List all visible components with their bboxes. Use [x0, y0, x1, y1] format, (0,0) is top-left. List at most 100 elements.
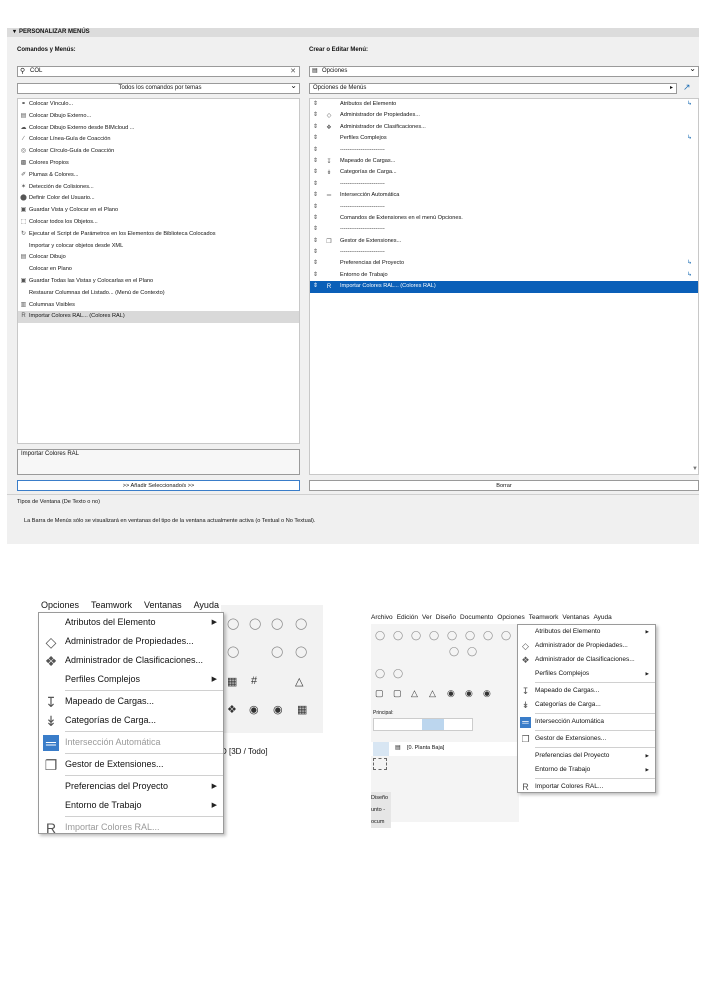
search-input[interactable]: ⚲ COL ✕ — [17, 66, 300, 77]
command-item[interactable]: ▩ Colores Propios — [18, 158, 299, 170]
menu-item[interactable]: ◇ Administrador de Propiedades... — [518, 639, 655, 653]
drag-handle-icon[interactable]: ⇕ — [313, 122, 318, 133]
submenu-icon[interactable]: ↳ — [687, 271, 695, 279]
menu-item-row[interactable]: ⇕ ------------------------ — [310, 179, 698, 190]
drag-handle-icon[interactable]: ⇕ — [313, 236, 318, 247]
menu-item[interactable]: ❐ Gestor de Extensiones... — [39, 755, 223, 774]
drag-handle-icon[interactable]: ⇕ — [313, 213, 318, 224]
command-item[interactable]: ▣ Guardar Vista y Colocar en el Plano — [18, 205, 299, 217]
menu-item[interactable]: ❖ Administrador de Clasificaciones... — [518, 653, 655, 667]
delete-button[interactable]: Borrar — [309, 480, 699, 491]
command-item[interactable]: ▤ Colocar Dibujo — [18, 252, 299, 264]
menu-item-row[interactable]: ⇕ ❖ Administrador de Clasificaciones... — [310, 122, 698, 133]
scroll-down-icon[interactable]: ▼ — [692, 466, 698, 472]
add-selected-button[interactable]: >> Añadir Seleccionado/s >> — [17, 480, 300, 491]
drag-handle-icon[interactable]: ⇕ — [313, 202, 318, 213]
command-item[interactable]: ✐ Plumas & Colores... — [18, 170, 299, 182]
menu-item-row[interactable]: ⇕ Entorno de Trabajo ↳ — [310, 270, 698, 281]
menu-item[interactable]: ◇ Administrador de Propiedades... — [39, 632, 223, 651]
menu-item[interactable]: ❐ Gestor de Extensiones... — [518, 732, 655, 746]
menu-item-row[interactable]: ⇕ ↧ Mapeado de Cargas... — [310, 156, 698, 167]
menu-item[interactable]: Perfiles Complejos ▶ — [39, 670, 223, 689]
menubar-item[interactable]: Ventanas — [562, 612, 589, 624]
menu-item-row[interactable]: ⇕ ------------------------ — [310, 224, 698, 235]
drag-handle-icon[interactable]: ⇕ — [313, 247, 318, 258]
menu-item-row[interactable]: ⇕ ═ Intersección Automática — [310, 190, 698, 201]
menu-item[interactable]: Entorno de Trabajo ▶ — [39, 796, 223, 815]
menu-item-row[interactable]: ⇕ Atributos del Elemento ↳ — [310, 99, 698, 110]
filter-select[interactable]: Todos los comandos por temas — [17, 83, 300, 94]
command-item[interactable]: ▤ Colocar Dibujo Externo... — [18, 111, 299, 123]
menu-select[interactable]: ▤ Opciones — [309, 66, 699, 77]
menubar-item[interactable]: Edición — [397, 612, 418, 624]
menubar-item[interactable]: Ayuda — [593, 612, 611, 624]
menu-item-row[interactable]: ⇕ R Importar Colores RAL... (Colores RAL) — [310, 281, 698, 293]
side-tab[interactable]: unto - — [371, 804, 391, 816]
submenu-select[interactable]: Opciones de Menús ▸ — [309, 83, 677, 94]
side-tab[interactable]: Diseño — [371, 792, 391, 804]
submenu-icon[interactable]: ↳ — [687, 100, 695, 108]
menu-item[interactable]: Atributos del Elemento ▶ — [518, 625, 655, 639]
menubar-item[interactable]: Ver — [422, 612, 432, 624]
drag-handle-icon[interactable]: ⇕ — [313, 258, 318, 269]
active-tool[interactable] — [422, 719, 444, 730]
command-item[interactable]: ▣ Guardar Todas las Vistas y Colocarlas e… — [18, 276, 299, 288]
command-item[interactable]: R Importar Colores RAL... (Colores RAL) — [18, 311, 299, 324]
drag-handle-icon[interactable]: ⇕ — [313, 224, 318, 235]
menu-item[interactable]: Preferencias del Proyecto ▶ — [39, 777, 223, 796]
panel-header[interactable]: PERSONALIZAR MENÚS — [7, 28, 699, 37]
menu-items-list[interactable]: ⇕ Atributos del Elemento ↳ ⇕ ◇ Administrador … — [309, 98, 699, 475]
drag-handle-icon[interactable]: ⇕ — [313, 179, 318, 190]
drag-handle-icon[interactable]: ⇕ — [313, 156, 318, 167]
side-tab[interactable]: ocum — [371, 816, 391, 828]
command-item[interactable]: ☁ Colocar Dibujo Externo desde BIMcloud .… — [18, 123, 299, 135]
command-item[interactable]: Importar y colocar objetos desde XML — [18, 241, 299, 253]
menu-item-row[interactable]: ⇕ ↡ Categorías de Carga... — [310, 167, 698, 178]
menu-item[interactable]: ❖ Administrador de Clasificaciones... — [39, 651, 223, 670]
menu-item-row[interactable]: ⇕ Preferencias del Proyecto ↳ — [310, 258, 698, 269]
drag-handle-icon[interactable]: ⇕ — [313, 281, 318, 292]
menu-item[interactable]: ═ Intersección Automática — [518, 715, 655, 729]
menubar-item[interactable]: Opciones — [41, 597, 79, 613]
command-item[interactable]: ◎ Colocar Círculo-Guía de Coacción — [18, 146, 299, 158]
menu-item[interactable]: Preferencias del Proyecto ▶ — [518, 749, 655, 763]
menubar-item[interactable]: Ayuda — [194, 597, 219, 613]
menu-item[interactable]: ↡ Categorías de Carga... — [39, 711, 223, 730]
menubar-item[interactable]: Ventanas — [144, 597, 182, 613]
command-item[interactable]: Restaurar Columnas del Listado... (Menú … — [18, 288, 299, 300]
menu-item-row[interactable]: ⇕ ------------------------ — [310, 202, 698, 213]
clear-icon[interactable]: ✕ — [290, 67, 296, 76]
command-item[interactable]: ⬚ Colocar todos los Objetos... — [18, 217, 299, 229]
command-item[interactable]: ✶ Detección de Colisiones... — [18, 182, 299, 194]
menu-item[interactable]: Perfiles Complejos ▶ — [518, 667, 655, 681]
menu-item-row[interactable]: ⇕ ◇ Administrador de Propiedades... — [310, 110, 698, 121]
menu-item[interactable]: ↧ Mapeado de Cargas... — [518, 684, 655, 698]
command-item[interactable]: ⚭ Colocar Vínculo... — [18, 99, 299, 111]
drag-handle-icon[interactable]: ⇕ — [313, 270, 318, 281]
menu-item-row[interactable]: ⇕ ❐ Gestor de Extensiones... — [310, 236, 698, 247]
command-item[interactable]: ⬤ Definir Color del Usuario... — [18, 193, 299, 205]
command-item[interactable]: Colocar en Plano — [18, 264, 299, 276]
menu-item[interactable]: Atributos del Elemento ▶ — [39, 613, 223, 632]
drag-handle-icon[interactable]: ⇕ — [313, 99, 318, 110]
marquee-tool[interactable] — [373, 758, 387, 770]
drag-handle-icon[interactable]: ⇕ — [313, 110, 318, 121]
menu-item-row[interactable]: ⇕ Perfiles Complejos ↳ — [310, 133, 698, 144]
drag-handle-icon[interactable]: ⇕ — [313, 190, 318, 201]
submenu-icon[interactable]: ↳ — [687, 259, 695, 267]
arrow-tool[interactable] — [373, 742, 389, 756]
commands-list[interactable]: ⚭ Colocar Vínculo... ▤ Colocar Dibujo Exter… — [17, 98, 300, 444]
menu-item[interactable]: ↡ Categorías de Carga... — [518, 698, 655, 712]
command-item[interactable]: ↻ Ejecutar el Script de Parámetros en los… — [18, 229, 299, 241]
command-item[interactable]: ▥ Columnas Visibles — [18, 300, 299, 312]
menu-item[interactable]: ↧ Mapeado de Cargas... — [39, 692, 223, 711]
submenu-icon[interactable]: ↳ — [687, 134, 695, 142]
menu-item[interactable]: R Importar Colores RAL... — [518, 780, 655, 794]
drag-handle-icon[interactable]: ⇕ — [313, 145, 318, 156]
menubar-item[interactable]: Archivo — [371, 612, 393, 624]
menu-item[interactable]: Entorno de Trabajo ▶ — [518, 763, 655, 777]
menu-item-row[interactable]: ⇕ Comandos de Extensiones en el menú Opci… — [310, 213, 698, 224]
menubar-item[interactable]: Opciones — [497, 612, 524, 624]
drag-handle-icon[interactable]: ⇕ — [313, 167, 318, 178]
menubar-item[interactable]: Documento — [460, 612, 493, 624]
